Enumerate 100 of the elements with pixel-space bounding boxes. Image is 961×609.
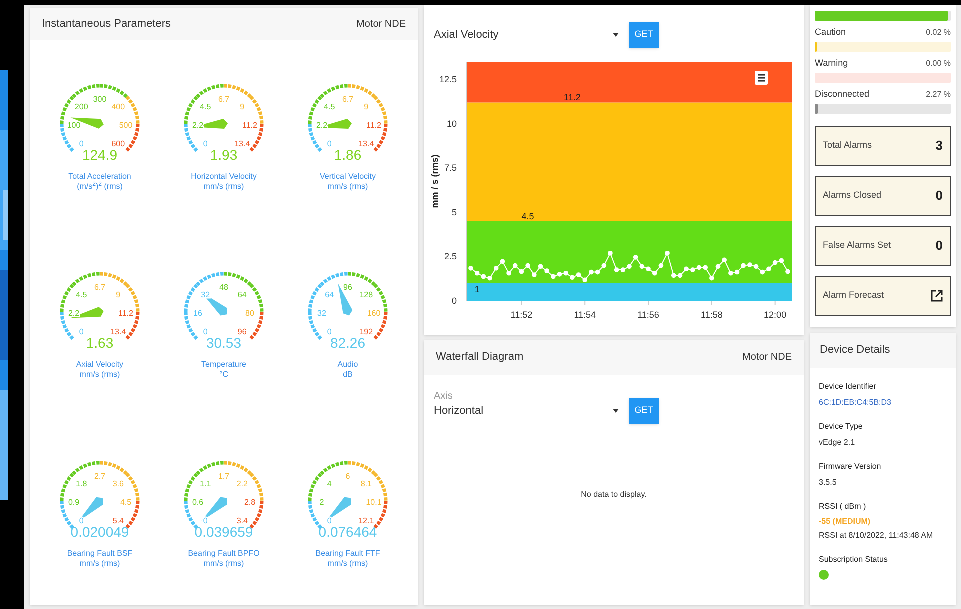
gauge-unit: mm/s (rms): [328, 558, 368, 569]
gauge-title: Vertical Velocity: [320, 172, 376, 182]
tick-label: 0: [203, 516, 208, 526]
alarm-tile[interactable]: Total Alarms 3: [815, 126, 951, 166]
tick-label: 6.7: [218, 95, 230, 104]
tick-label: 4.5: [324, 102, 336, 112]
tick-label: 160: [367, 309, 381, 318]
data-point: [658, 263, 664, 268]
tick-label: 1.1: [200, 479, 212, 488]
tick-label: 9: [240, 102, 245, 112]
tick-label: 128: [360, 290, 374, 300]
tick-label: 11.2: [366, 121, 382, 130]
asset-label: Motor NDE: [356, 18, 406, 32]
field-label: RSSI ( dBm ): [819, 501, 868, 513]
tick-label: 4.5: [200, 102, 212, 112]
gauge-value: 124.9: [82, 148, 118, 162]
tick-label: 600: [112, 139, 126, 148]
data-point: [786, 269, 790, 274]
data-point: [500, 259, 506, 264]
data-point: [716, 264, 721, 270]
tick-label: 12.1: [358, 516, 374, 526]
external-link-icon: [931, 290, 943, 302]
status-label: Disconnected: [815, 88, 870, 100]
tick-label: 4.5: [120, 498, 132, 507]
axis-label: 11:52: [510, 310, 533, 320]
status-reading: 2.27 %: [926, 89, 951, 101]
tick-label: 0: [327, 139, 332, 148]
axis-title: mm / s (rms): [430, 154, 440, 208]
axis-label: 12:00: [764, 310, 787, 320]
tick-label: 96: [238, 328, 247, 337]
field-label: Device Identifier: [819, 381, 878, 393]
tick-label: 0: [203, 328, 208, 337]
axis-label: 7.5: [444, 163, 457, 174]
tick-label: 11.2: [242, 121, 258, 130]
tick-label: 0: [203, 139, 208, 148]
data-point: [608, 250, 613, 256]
tick-label: 3.4: [236, 516, 248, 526]
threshold-label: 11.2: [564, 92, 581, 103]
gauge-value: 1.93: [210, 148, 238, 162]
tile-label: Alarms Closed: [823, 189, 882, 202]
field-value: -55 (MEDIUM): [819, 516, 872, 528]
caret-icon: [613, 409, 619, 413]
tick-label: 400: [112, 102, 126, 112]
select-field[interactable]: Axial Velocity: [434, 24, 619, 46]
data-point: [506, 270, 512, 276]
status-reading: 0.02 %: [926, 27, 951, 39]
tick-label: 2.8: [244, 498, 256, 507]
tile-count: 3: [936, 137, 943, 156]
device-id-link[interactable]: 6C:1D:EB:C4:5B:D3: [819, 397, 947, 409]
field-value: vEdge 2.1: [819, 437, 856, 449]
card-title: Waterfall Diagram: [436, 350, 524, 366]
gauge-value: 1.86: [334, 148, 362, 162]
tick-label: 4: [327, 479, 332, 488]
tick-label: 13.4: [234, 139, 250, 148]
gauge-title: Temperature: [202, 360, 246, 370]
axis-label: 11:58: [701, 310, 723, 320]
axis-label: 11:56: [638, 310, 660, 320]
tick-label: 64: [238, 290, 247, 300]
gauge-title: Horizontal Velocity: [191, 172, 257, 182]
tick-label: 4.5: [76, 290, 88, 300]
gauge-unit: °C: [220, 370, 228, 380]
gauge-title: Bearing Fault BSF: [67, 548, 133, 559]
tick-label: 64: [325, 290, 334, 300]
gauge-unit: mm/s (rms): [328, 182, 368, 192]
tick-label: 192: [360, 328, 374, 337]
gauge-needle: [338, 284, 353, 316]
tick-label: 6: [346, 472, 350, 481]
data-point: [710, 276, 714, 281]
alarm-tile[interactable]: Alarm Forecast: [815, 276, 951, 316]
tile-label: Alarm Forecast: [823, 289, 884, 302]
tick-label: 96: [344, 283, 352, 292]
tile-count: 0: [936, 187, 943, 206]
gauge-unit: dB: [343, 370, 353, 380]
axis-label: 10: [446, 118, 457, 129]
axis-label: 0: [452, 296, 457, 306]
tick-label: 300: [93, 95, 107, 104]
tick-label: 1.7: [218, 472, 230, 481]
card-title: Instantaneous Parameters: [42, 16, 172, 32]
status-label: Caution: [815, 26, 846, 38]
tick-label: 48: [220, 283, 228, 292]
tick-label: 6.7: [342, 95, 354, 104]
gauge-unit: mm/s (rms): [80, 370, 120, 380]
status-reading: 0.00 %: [926, 58, 951, 70]
tick-label: 13.4: [358, 139, 374, 148]
asset-label: Motor NDE: [742, 351, 792, 365]
data-point: [633, 255, 638, 260]
data-point: [665, 250, 670, 256]
gauge-title: Total Acceleration: [68, 172, 132, 182]
field-note: RSSI at 8/10/2022, 11:43:48 AM: [819, 530, 934, 542]
menu-icon[interactable]: [755, 71, 768, 85]
status-label: Warning: [815, 56, 848, 70]
gauge-title: Bearing Fault BPFO: [188, 548, 260, 559]
gauge-title: Audio: [338, 360, 358, 370]
tick-label: 11.2: [118, 309, 134, 318]
alarm-tile[interactable]: False Alarms Set 0: [815, 226, 951, 266]
gauge-value: 0.039659: [194, 524, 254, 539]
tick-label: 500: [119, 121, 133, 130]
alarm-tile[interactable]: Alarms Closed 0: [815, 176, 951, 216]
tile-count: 0: [936, 237, 943, 256]
gauge-needle: [70, 307, 104, 319]
